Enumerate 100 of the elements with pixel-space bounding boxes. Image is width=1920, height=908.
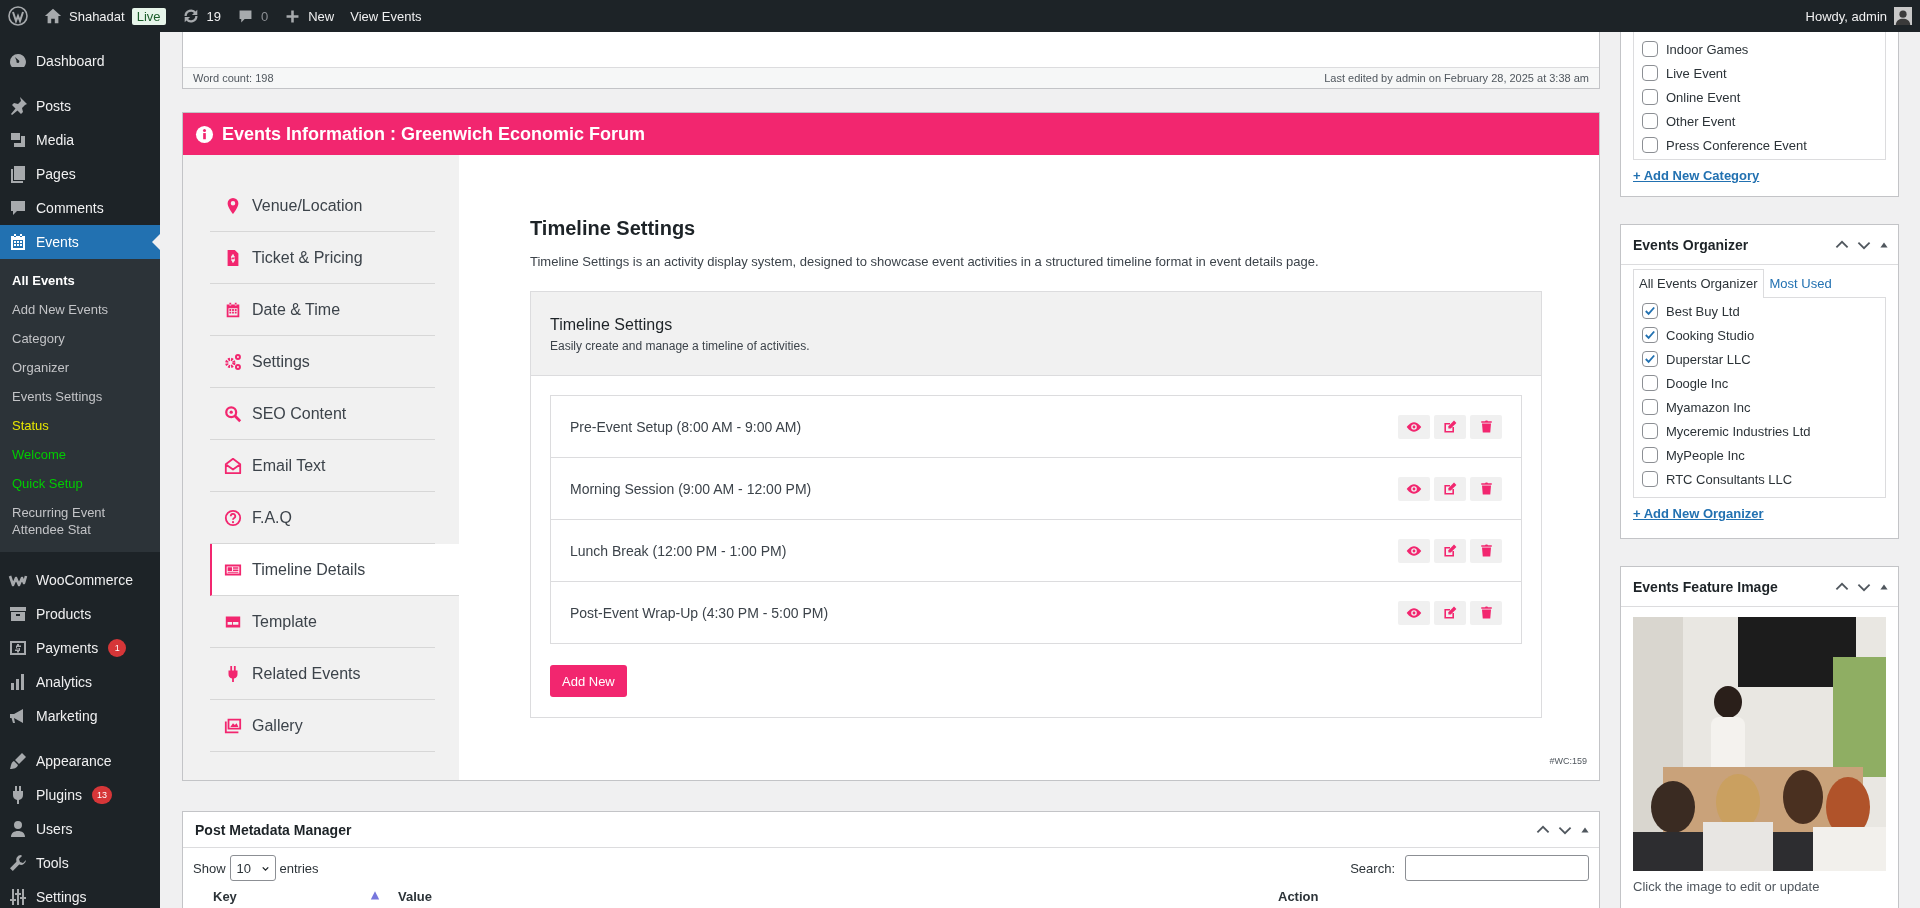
tab[interactable]: Gallery (210, 700, 435, 752)
checkbox-label: MyPeople Inc (1666, 447, 1745, 463)
view-events-link[interactable]: View Events (350, 8, 422, 24)
pushpin-icon (8, 96, 28, 116)
sort-arrow-icon[interactable] (369, 890, 381, 902)
menu-item[interactable]: Pages (0, 157, 160, 191)
menu-item[interactable]: WooCommerce (0, 563, 160, 597)
last-edited-note: Last edited by admin on February 28, 2025 at 3:38 am (1324, 72, 1589, 84)
menu-item[interactable]: Marketing (0, 699, 160, 733)
edit-button[interactable] (1434, 600, 1466, 625)
tab[interactable]: Venue/Location (210, 180, 435, 232)
submenu-item[interactable]: Quick Setup (0, 469, 160, 498)
wrench-icon (8, 853, 28, 873)
user-icon (8, 819, 28, 839)
search-icon (224, 404, 242, 423)
submenu-item[interactable]: Events Settings (0, 382, 160, 411)
menu-item[interactable]: Comments (0, 191, 160, 225)
checkbox-label: Indoor Games (1666, 41, 1749, 57)
checkbox[interactable] (1642, 137, 1658, 153)
menu-item[interactable]: Plugins 13 (0, 778, 160, 812)
tab[interactable]: Most Used (1763, 269, 1838, 297)
view-button[interactable] (1398, 476, 1430, 501)
submenu-item[interactable]: Recurring Event Attendee Stat (0, 498, 160, 544)
site-name-link[interactable]: Shahadat (69, 8, 125, 24)
greeting-link[interactable]: Howdy, admin (1805, 8, 1887, 24)
edit-icon (1442, 480, 1458, 497)
box-title: Post Metadata Manager (195, 821, 353, 838)
page-size-select[interactable]: 10 (229, 855, 276, 881)
checkbox[interactable] (1642, 423, 1658, 439)
menu-item[interactable]: Settings (0, 880, 160, 908)
menu-item[interactable]: Posts (0, 89, 160, 123)
column-header: Key (213, 888, 238, 904)
checkbox[interactable] (1642, 447, 1658, 463)
home-icon[interactable] (44, 7, 62, 25)
edit-icon (1442, 542, 1458, 559)
media-icon (8, 130, 28, 150)
submenu-item[interactable]: Welcome (0, 440, 160, 469)
menu-item[interactable]: Dashboard (0, 44, 160, 78)
checkbox-label: Press Conference Event (1666, 137, 1807, 153)
new-link[interactable]: New (308, 8, 335, 24)
tab[interactable]: SEO Content (210, 388, 435, 440)
tab[interactable]: Ticket & Pricing (210, 232, 435, 284)
menu-item[interactable]: Analytics (0, 665, 160, 699)
menu-item[interactable]: Events (0, 225, 160, 259)
menu-item[interactable]: Tools (0, 846, 160, 880)
comment-count: 0 (261, 8, 269, 24)
delete-button[interactable] (1470, 600, 1502, 625)
checkbox[interactable] (1642, 113, 1658, 129)
submenu-item[interactable]: All Events (0, 266, 160, 295)
checkbox[interactable] (1642, 89, 1658, 105)
tab[interactable]: All Events Organizer (1633, 269, 1764, 298)
checkbox-label: Cooking Studio (1666, 327, 1755, 343)
tab[interactable]: Related Events (210, 648, 435, 700)
add-category-link[interactable]: + Add New Category (1633, 168, 1760, 183)
checkbox[interactable] (1642, 375, 1658, 391)
envelope-icon (224, 456, 242, 475)
menu-item[interactable]: Appearance (0, 744, 160, 778)
checkbox[interactable] (1642, 303, 1658, 319)
tab[interactable]: Settings (210, 336, 435, 388)
calendar-icon (224, 300, 242, 319)
menu-item[interactable]: Users (0, 812, 160, 846)
delete-button[interactable] (1470, 476, 1502, 501)
edit-button[interactable] (1434, 414, 1466, 439)
submenu-item[interactable]: Organizer (0, 353, 160, 382)
count-badge: 13 (91, 786, 112, 804)
menu-item[interactable]: Media (0, 123, 160, 157)
submenu-item[interactable]: Add New Events (0, 295, 160, 324)
menu-item[interactable]: Payments 1 (0, 631, 160, 665)
checkbox[interactable] (1642, 471, 1658, 487)
checkbox[interactable] (1642, 327, 1658, 343)
view-button[interactable] (1398, 414, 1430, 439)
delete-button[interactable] (1470, 414, 1502, 439)
view-button[interactable] (1398, 600, 1430, 625)
edit-button[interactable] (1434, 476, 1466, 501)
panel-title: Timeline Settings (550, 316, 674, 334)
timeline-item: Post-Event Wrap-Up (4:30 PM - 5:00 PM) (570, 604, 830, 621)
add-organizer-link[interactable]: + Add New Organizer (1633, 506, 1764, 521)
menu-item[interactable]: Products (0, 597, 160, 631)
tab[interactable]: Template (210, 596, 435, 648)
tab[interactable]: Email Text (210, 440, 435, 492)
calendar-icon (8, 232, 28, 252)
avatar-icon[interactable] (1894, 7, 1912, 25)
view-button[interactable] (1398, 538, 1430, 563)
checkbox[interactable] (1642, 399, 1658, 415)
logo-icon[interactable] (8, 6, 28, 26)
checkbox-label: Duperstar LLC (1666, 351, 1751, 367)
status-label: Live (131, 7, 166, 25)
checkbox[interactable] (1642, 65, 1658, 81)
edit-button[interactable] (1434, 538, 1466, 563)
search-field[interactable] (1405, 855, 1589, 881)
submenu-item[interactable]: Category (0, 324, 160, 353)
edit-icon (1442, 604, 1458, 621)
tab[interactable]: Timeline Details (210, 544, 459, 596)
tab[interactable]: Date & Time (210, 284, 435, 336)
add-new-button[interactable]: Add New (550, 665, 627, 697)
show-label: Show (193, 860, 226, 876)
submenu-item[interactable]: Status (0, 411, 160, 440)
checkbox[interactable] (1642, 41, 1658, 57)
delete-button[interactable] (1470, 538, 1502, 563)
checkbox[interactable] (1642, 351, 1658, 367)
